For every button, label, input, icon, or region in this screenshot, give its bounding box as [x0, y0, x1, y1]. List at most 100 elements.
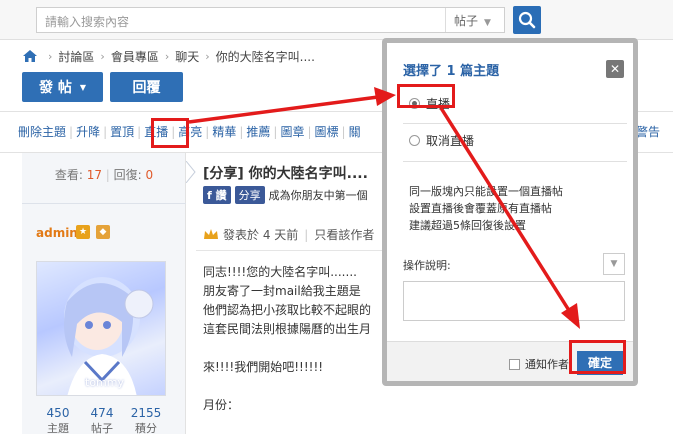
- dialog-note: 同一版塊內只能設置一個直播帖 設置直播後會覆蓋原有直播帖 建議超過5條回復後設置: [409, 183, 563, 234]
- author-name[interactable]: admin: [36, 226, 78, 240]
- note-line: 設置直播後會覆蓋原有直播帖: [409, 202, 552, 215]
- mod-warn[interactable]: 警告: [636, 123, 660, 140]
- reason-dropdown[interactable]: ▼: [603, 253, 625, 275]
- close-icon[interactable]: ✕: [606, 60, 624, 78]
- post-body: 同志!!!!您的大陸名字叫....... 朋友寄了一封mail給我主題是 他們認…: [203, 263, 371, 415]
- divider: [196, 250, 386, 251]
- post-line: 朋友寄了一封mail給我主題是: [203, 284, 361, 298]
- breadcrumb-item[interactable]: 討論區: [58, 48, 94, 65]
- toolbar-separator: |: [307, 125, 312, 139]
- facebook-like-button[interactable]: f 讚: [203, 186, 231, 204]
- post-line: 月份：: [203, 398, 240, 412]
- breadcrumb-separator: ›: [205, 49, 210, 63]
- post-line: 這套民間法則根據陽曆的出生月: [203, 322, 372, 336]
- search-input[interactable]: 請輸入搜索內容: [36, 7, 505, 33]
- breadcrumb-item[interactable]: 你的大陸名字叫....: [216, 48, 315, 65]
- stats-separator: |: [105, 168, 110, 182]
- option-cancel-live-label: 取消直播: [426, 134, 475, 148]
- post-line: [203, 377, 371, 396]
- facebook-share-button[interactable]: 分享: [234, 186, 265, 204]
- replies-label: 回復:: [113, 168, 142, 182]
- annotation-box-confirm: [569, 340, 626, 374]
- author-stat[interactable]: 450 主題: [36, 406, 80, 436]
- breadcrumb-separator: ›: [48, 49, 53, 63]
- new-post-button[interactable]: 發 帖 ▼: [22, 72, 103, 102]
- post-meta: 發表於 4 天前 | 只看該作者: [203, 226, 374, 243]
- annotation-box-toolbar-live: [151, 118, 189, 148]
- mod-digest[interactable]: 精華: [212, 123, 236, 140]
- share-text: 成為你朋友中第一個: [268, 189, 368, 202]
- mod-recommend[interactable]: 推薦: [246, 123, 270, 140]
- rank-icon: ◆: [96, 225, 110, 239]
- post-line: 他們認為把小孩取比較不起眼的: [203, 303, 372, 317]
- crown-icon: [204, 228, 218, 239]
- author-stat[interactable]: 474 帖子: [80, 406, 124, 436]
- bubble-pointer-icon: [186, 161, 196, 183]
- avatar-caption: tommy: [85, 376, 124, 389]
- views-label: 查看:: [54, 168, 83, 182]
- option-cancel-live[interactable]: 取消直播: [409, 132, 474, 149]
- chevron-down-icon: ▼: [484, 18, 491, 28]
- breadcrumb-item[interactable]: 會員專區: [111, 48, 159, 65]
- notify-author[interactable]: 通知作者: [509, 356, 569, 372]
- arrow-to-option: [188, 95, 379, 124]
- toolbar-separator: |: [341, 125, 346, 139]
- mod-icon[interactable]: 圖標: [315, 123, 339, 140]
- operation-reason-label: 操作說明:: [403, 259, 451, 272]
- divider: [403, 123, 627, 124]
- toolbar-separator: |: [205, 125, 210, 139]
- note-line: 同一版塊內只能設置一個直播帖: [409, 185, 563, 198]
- moderator-toolbar: 刪除主題 | 升降 | 置頂 | 直播 | 高亮 | 精華 | 推薦 | 圖章 | 圖標 | 關: [18, 123, 361, 143]
- breadcrumb-item[interactable]: 聊天: [175, 48, 199, 65]
- chevron-down-icon: ▼: [610, 259, 618, 269]
- radio-icon[interactable]: [409, 135, 420, 146]
- breadcrumb-separator: ›: [100, 49, 105, 63]
- medal-icon: ★: [76, 225, 90, 239]
- search-bar: 請輸入搜索內容 帖子 ▼: [0, 0, 673, 40]
- mod-bump[interactable]: 升降: [76, 123, 100, 140]
- breadcrumb-separator: ›: [164, 49, 170, 63]
- views-count: 17: [86, 168, 102, 182]
- new-post-label: 發 帖: [38, 80, 72, 96]
- stat-value: 450: [46, 406, 70, 420]
- checkbox-icon[interactable]: [509, 358, 520, 370]
- share-row: f 讚 分享 成為你朋友中第一個: [203, 186, 368, 204]
- avatar[interactable]: tommy: [36, 261, 166, 396]
- author-stat[interactable]: 2155 積分: [124, 406, 168, 436]
- search-type-select[interactable]: 帖子 ▼: [445, 8, 503, 32]
- toolbar-separator: |: [137, 125, 142, 139]
- thread-title: [分享] 你的大陸名字叫....: [203, 166, 368, 182]
- author-only-link[interactable]: 只看該作者: [314, 226, 374, 243]
- mod-delete-thread[interactable]: 刪除主題: [18, 123, 66, 140]
- search-button[interactable]: [513, 6, 541, 34]
- note-line: 建議超過5條回復後設置: [409, 219, 526, 232]
- replies-count: 0: [145, 168, 154, 182]
- toolbar-separator: |: [239, 125, 244, 139]
- thread-stats: 查看: 17 | 回復: 0: [22, 166, 186, 183]
- mod-stamp[interactable]: 圖章: [280, 123, 304, 140]
- search-icon: [518, 11, 536, 29]
- post-time: 發表於 4 天前: [223, 228, 299, 242]
- toolbar-separator: |: [273, 125, 278, 139]
- annotation-box-option-live: [397, 84, 455, 108]
- home-icon[interactable]: [22, 49, 38, 63]
- mod-sticky[interactable]: 置頂: [110, 123, 134, 140]
- meta-separator: |: [304, 227, 309, 242]
- reply-button[interactable]: 回覆: [110, 72, 183, 102]
- post-line: 來!!!!我們開始吧!!!!!!: [203, 360, 324, 374]
- facebook-like-label: 讚: [215, 189, 227, 202]
- stat-value: 474: [90, 406, 114, 420]
- chevron-down-icon: ▼: [79, 82, 87, 92]
- reason-textarea[interactable]: [403, 281, 625, 321]
- notify-author-label: 通知作者: [525, 358, 569, 371]
- post-line: 同志!!!!您的大陸名字叫.......: [203, 265, 357, 279]
- breadcrumb: › 討論區 › 會員專區 › 聊天 › 你的大陸名字叫....: [22, 47, 315, 65]
- stat-value: 2155: [130, 406, 162, 420]
- author-stats: 450 主題 474 帖子 2155 積分: [36, 406, 168, 436]
- dialog-title: 選擇了 1 篇主題: [403, 64, 500, 79]
- search-type-label: 帖子: [454, 14, 479, 28]
- toolbar-separator: |: [69, 125, 74, 139]
- divider: [22, 203, 186, 204]
- post-line: [203, 339, 371, 358]
- mod-close[interactable]: 關: [349, 123, 361, 140]
